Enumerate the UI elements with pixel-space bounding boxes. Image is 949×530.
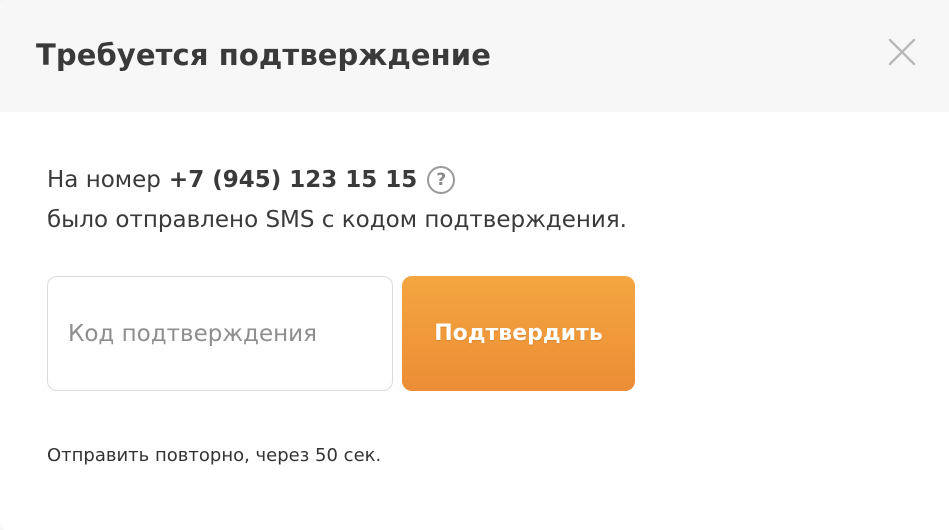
message-prefix: На номер — [47, 167, 161, 193]
phone-number: +7 (945) 123 15 15 — [168, 167, 418, 193]
close-icon — [888, 38, 916, 66]
question-circle-icon[interactable]: ? — [427, 166, 456, 194]
sms-message: На номер +7 (945) 123 15 15 ? было отпра… — [47, 160, 627, 240]
resend-countdown: Отправить повторно, через 50 сек. — [47, 445, 382, 466]
confirm-button[interactable]: Подтвердить — [402, 276, 635, 391]
close-button[interactable] — [884, 34, 920, 70]
dialog-title: Требуется подтверждение — [36, 38, 491, 72]
dialog-header: Требуется подтверждение — [0, 0, 949, 112]
confirmation-code-input[interactable] — [47, 276, 393, 391]
confirmation-dialog: Требуется подтверждение На номер +7 (945… — [0, 0, 949, 530]
sms-message-line: было отправлено SMS с кодом подтверждени… — [47, 207, 627, 233]
sms-message-line: На номер +7 (945) 123 15 15 ? — [47, 160, 627, 200]
